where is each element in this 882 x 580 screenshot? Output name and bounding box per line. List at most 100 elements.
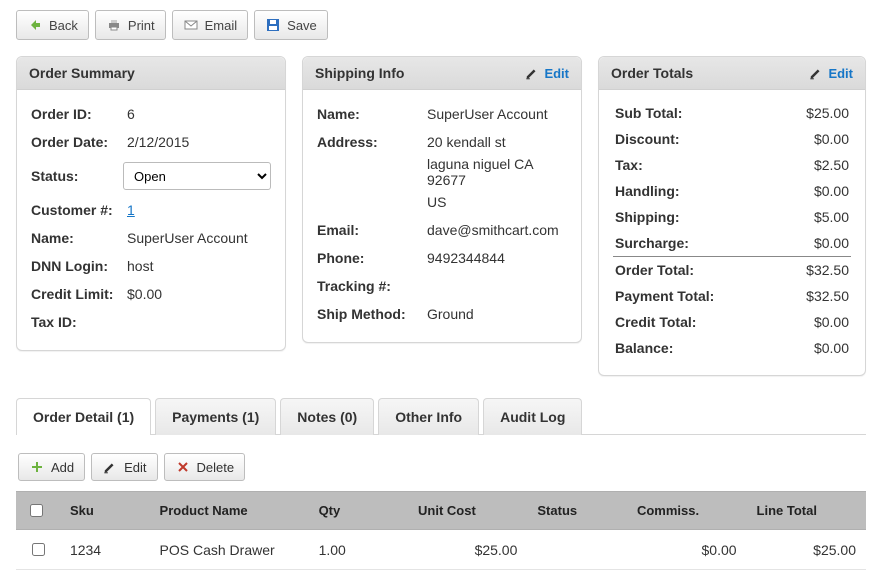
payment-total-value: $32.50	[787, 283, 851, 309]
cell-product-name: POS Cash Drawer	[150, 530, 309, 570]
shipping-edit-label: Edit	[544, 66, 569, 81]
ship-email-label: Email:	[317, 222, 427, 238]
shipping-info-title: Shipping Info	[315, 65, 404, 81]
tab-other-info[interactable]: Other Info	[378, 398, 479, 435]
customer-no-label: Customer #:	[31, 202, 127, 218]
edit-button[interactable]: Edit	[91, 453, 157, 481]
balance-value: $0.00	[787, 335, 851, 361]
shipping-info-header: Shipping Info Edit	[303, 57, 581, 90]
discount-value: $0.00	[787, 126, 851, 152]
print-button[interactable]: Print	[95, 10, 166, 40]
ship-phone-label: Phone:	[317, 250, 427, 266]
back-button-label: Back	[49, 18, 78, 33]
add-button[interactable]: Add	[18, 453, 85, 481]
header-product-name: Product Name	[150, 492, 309, 530]
customer-name-value: SuperUser Account	[127, 230, 271, 246]
order-totals-header: Order Totals Edit	[599, 57, 865, 90]
cell-qty: 1.00	[309, 530, 408, 570]
header-qty: Qty	[309, 492, 408, 530]
payment-total-label: Payment Total:	[613, 283, 787, 309]
tax-id-value	[127, 314, 271, 330]
ship-address-line2: laguna niguel CA 92677	[427, 150, 567, 188]
order-id-label: Order ID:	[31, 106, 127, 122]
toolbar: Back Print Email Save	[16, 10, 866, 40]
totals-edit-label: Edit	[828, 66, 853, 81]
back-arrow-icon	[27, 17, 43, 33]
shipping-total-label: Shipping:	[613, 204, 787, 230]
order-summary-header: Order Summary	[17, 57, 285, 90]
dnn-login-label: DNN Login:	[31, 258, 127, 274]
credit-limit-value: $0.00	[127, 286, 271, 302]
ship-method-label: Ship Method:	[317, 306, 427, 322]
delete-button[interactable]: Delete	[164, 453, 246, 481]
tracking-no-label: Tracking #:	[317, 278, 427, 294]
floppy-disk-icon	[265, 17, 281, 33]
customer-no-link[interactable]: 1	[127, 202, 135, 218]
table-row[interactable]: 1234 POS Cash Drawer 1.00 $25.00 $0.00 $…	[16, 530, 866, 570]
tab-notes[interactable]: Notes (0)	[280, 398, 374, 435]
order-total-value: $32.50	[787, 257, 851, 284]
ship-name-value: SuperUser Account	[427, 106, 567, 122]
row-select-cell	[16, 530, 60, 570]
cell-sku: 1234	[60, 530, 150, 570]
tax-label: Tax:	[613, 152, 787, 178]
edit-button-label: Edit	[124, 460, 146, 475]
dnn-login-value: host	[127, 258, 271, 274]
tab-payments[interactable]: Payments (1)	[155, 398, 276, 435]
ship-method-value: Ground	[427, 306, 567, 322]
save-button-label: Save	[287, 18, 317, 33]
discount-label: Discount:	[613, 126, 787, 152]
cell-status	[527, 530, 627, 570]
tax-value: $2.50	[787, 152, 851, 178]
order-summary-card: Order Summary Order ID: 6 Order Date: 2/…	[16, 56, 286, 351]
credit-total-label: Credit Total:	[613, 309, 787, 335]
header-status: Status	[527, 492, 627, 530]
order-detail-grid: Sku Product Name Qty Unit Cost Status Co…	[16, 491, 866, 570]
row-select-checkbox[interactable]	[32, 543, 45, 556]
cell-unit-cost: $25.00	[408, 530, 527, 570]
credit-limit-label: Credit Limit:	[31, 286, 127, 302]
ship-address-line3: US	[427, 188, 567, 210]
handling-label: Handling:	[613, 178, 787, 204]
cell-line-total: $25.00	[747, 530, 866, 570]
surcharge-label: Surcharge:	[613, 230, 787, 257]
plus-icon	[29, 459, 45, 475]
sub-total-value: $25.00	[787, 100, 851, 126]
header-select-cell	[16, 492, 60, 530]
tax-id-label: Tax ID:	[31, 314, 127, 330]
ship-email-value: dave@smithcart.com	[427, 222, 567, 238]
header-sku: Sku	[60, 492, 150, 530]
pencil-icon	[524, 65, 540, 81]
customer-name-label: Name:	[31, 230, 127, 246]
ship-address-label: Address:	[317, 134, 427, 210]
envelope-icon	[183, 17, 199, 33]
save-button[interactable]: Save	[254, 10, 328, 40]
shipping-info-card: Shipping Info Edit Name: SuperUser Accou…	[302, 56, 582, 343]
surcharge-value: $0.00	[787, 230, 851, 257]
status-select[interactable]: Open	[123, 162, 271, 190]
totals-edit-link[interactable]: Edit	[808, 65, 853, 81]
ship-name-label: Name:	[317, 106, 427, 122]
ship-address-line1: 20 kendall st	[427, 134, 567, 150]
status-label: Status:	[31, 168, 123, 184]
print-button-label: Print	[128, 18, 155, 33]
tab-audit-log[interactable]: Audit Log	[483, 398, 582, 435]
pencil-icon	[102, 459, 118, 475]
pencil-icon	[808, 65, 824, 81]
add-button-label: Add	[51, 460, 74, 475]
handling-value: $0.00	[787, 178, 851, 204]
tab-order-detail[interactable]: Order Detail (1)	[16, 398, 151, 435]
order-total-label: Order Total:	[613, 257, 787, 284]
printer-icon	[106, 17, 122, 33]
order-date-label: Order Date:	[31, 134, 127, 150]
order-totals-card: Order Totals Edit Sub Total: $25.00 Disc…	[598, 56, 866, 376]
balance-label: Balance:	[613, 335, 787, 361]
x-icon	[175, 459, 191, 475]
tracking-no-value	[427, 278, 567, 294]
email-button[interactable]: Email	[172, 10, 249, 40]
grid-action-bar: Add Edit Delete	[18, 453, 864, 481]
back-button[interactable]: Back	[16, 10, 89, 40]
select-all-checkbox[interactable]	[30, 504, 43, 517]
shipping-edit-link[interactable]: Edit	[524, 65, 569, 81]
ship-phone-value: 9492344844	[427, 250, 567, 266]
